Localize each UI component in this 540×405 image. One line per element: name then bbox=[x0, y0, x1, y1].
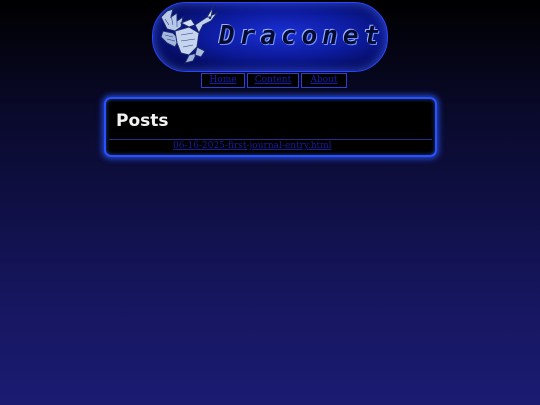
main-nav: Home Content About bbox=[201, 73, 347, 88]
nav-link-home[interactable]: Home bbox=[201, 73, 245, 88]
posts-divider bbox=[109, 139, 432, 140]
site-banner[interactable]: Draconet bbox=[152, 2, 388, 72]
posts-panel: Posts 06-16-2025-first-journal-entry.htm… bbox=[104, 97, 437, 157]
nav-link-about[interactable]: About bbox=[301, 73, 347, 88]
nav-link-content[interactable]: Content bbox=[247, 73, 299, 88]
dragon-icon bbox=[160, 6, 219, 64]
posts-heading: Posts bbox=[116, 111, 169, 131]
site-logo-text: Draconet bbox=[219, 21, 385, 51]
post-link[interactable]: 06-16-2025-first-journal-entry.html bbox=[173, 141, 332, 151]
